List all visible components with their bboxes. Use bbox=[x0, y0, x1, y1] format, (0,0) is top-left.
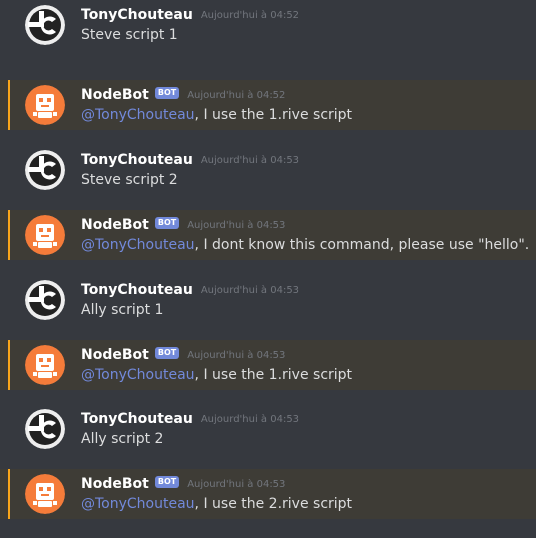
username[interactable]: TonyChouteau bbox=[81, 411, 193, 427]
bot-badge: BOT bbox=[154, 476, 180, 488]
timestamp: Aujourd'hui à 04:52 bbox=[187, 89, 286, 101]
avatar[interactable] bbox=[25, 474, 65, 514]
message-text: Steve script 1 bbox=[81, 27, 178, 43]
tonychouteau-logo-icon bbox=[25, 409, 65, 449]
avatar[interactable] bbox=[25, 215, 65, 255]
avatar[interactable] bbox=[25, 409, 65, 449]
timestamp: Aujourd'hui à 04:53 bbox=[200, 284, 300, 296]
message-header: NodeBot BOT Aujourd'hui à 04:53 bbox=[81, 474, 285, 494]
message-text: Steve script 2 bbox=[81, 172, 178, 188]
nodebot-robot-icon bbox=[25, 345, 65, 385]
user-mention[interactable]: @TonyChouteau bbox=[81, 367, 195, 383]
tonychouteau-logo-icon bbox=[25, 5, 65, 45]
message-item-mentioned: NodeBot BOT Aujourd'hui à 04:53 @TonyCho… bbox=[0, 469, 536, 519]
message-text: , I use the 1.rive script bbox=[194, 107, 353, 123]
username[interactable]: TonyChouteau bbox=[81, 282, 193, 298]
message-content: @TonyChouteau, I use the 1.rive script bbox=[81, 365, 352, 385]
message-item: TonyChouteau Aujourd'hui à 04:53 Ally sc… bbox=[0, 275, 536, 325]
bot-badge: BOT bbox=[154, 87, 180, 99]
message-item: TonyChouteau Aujourd'hui à 04:53 Ally sc… bbox=[0, 404, 536, 454]
username[interactable]: NodeBot bbox=[81, 476, 149, 492]
message-text: , I use the 1.rive script bbox=[194, 367, 353, 383]
message-content: @TonyChouteau, I dont know this command,… bbox=[81, 235, 529, 255]
timestamp: Aujourd'hui à 04:53 bbox=[187, 219, 286, 231]
avatar[interactable] bbox=[25, 85, 65, 125]
nodebot-robot-icon bbox=[25, 474, 65, 514]
message-text: , I dont know this command, please use "… bbox=[194, 237, 530, 253]
avatar[interactable] bbox=[25, 5, 65, 45]
message-text: , I use the 2.rive script bbox=[194, 496, 353, 512]
message-item-mentioned: NodeBot BOT Aujourd'hui à 04:53 @TonyCho… bbox=[0, 340, 536, 390]
timestamp: Aujourd'hui à 04:53 bbox=[187, 478, 286, 490]
message-content: Ally script 2 bbox=[81, 429, 163, 449]
message-header: TonyChouteau Aujourd'hui à 04:53 bbox=[81, 409, 299, 429]
message-item-mentioned: NodeBot BOT Aujourd'hui à 04:52 @TonyCho… bbox=[0, 80, 536, 130]
message-content: Steve script 2 bbox=[81, 170, 178, 190]
username[interactable]: TonyChouteau bbox=[81, 152, 193, 168]
username[interactable]: NodeBot bbox=[81, 347, 149, 363]
tonychouteau-logo-icon bbox=[25, 280, 65, 320]
username[interactable]: TonyChouteau bbox=[81, 7, 193, 23]
timestamp: Aujourd'hui à 04:53 bbox=[200, 154, 300, 166]
timestamp: Aujourd'hui à 04:53 bbox=[200, 413, 300, 425]
bot-badge: BOT bbox=[154, 347, 180, 359]
message-content: Steve script 1 bbox=[81, 25, 178, 45]
message-header: NodeBot BOT Aujourd'hui à 04:53 bbox=[81, 345, 285, 365]
message-item: TonyChouteau Aujourd'hui à 04:52 Steve s… bbox=[0, 0, 536, 50]
message-header: TonyChouteau Aujourd'hui à 04:53 bbox=[81, 150, 299, 170]
user-mention[interactable]: @TonyChouteau bbox=[81, 496, 195, 512]
bot-badge: BOT bbox=[154, 217, 180, 229]
message-content: @TonyChouteau, I use the 1.rive script bbox=[81, 105, 352, 125]
message-content: @TonyChouteau, I use the 2.rive script bbox=[81, 494, 352, 514]
message-item: TonyChouteau Aujourd'hui à 04:53 Steve s… bbox=[0, 145, 536, 195]
user-mention[interactable]: @TonyChouteau bbox=[81, 237, 195, 253]
nodebot-robot-icon bbox=[25, 85, 65, 125]
nodebot-robot-icon bbox=[25, 215, 65, 255]
message-header: NodeBot BOT Aujourd'hui à 04:52 bbox=[81, 85, 285, 105]
username[interactable]: NodeBot bbox=[81, 87, 149, 103]
message-header: NodeBot BOT Aujourd'hui à 04:53 bbox=[81, 215, 285, 235]
message-content: Ally script 1 bbox=[81, 300, 163, 320]
avatar[interactable] bbox=[25, 280, 65, 320]
avatar[interactable] bbox=[25, 150, 65, 190]
tonychouteau-logo-icon bbox=[25, 150, 65, 190]
message-item-mentioned: NodeBot BOT Aujourd'hui à 04:53 @TonyCho… bbox=[0, 210, 536, 260]
message-text: Ally script 1 bbox=[81, 302, 164, 318]
message-header: TonyChouteau Aujourd'hui à 04:52 bbox=[81, 5, 299, 25]
user-mention[interactable]: @TonyChouteau bbox=[81, 107, 195, 123]
message-text: Ally script 2 bbox=[81, 431, 164, 447]
chat-message-list: TonyChouteau Aujourd'hui à 04:52 Steve s… bbox=[0, 0, 536, 538]
timestamp: Aujourd'hui à 04:53 bbox=[187, 349, 286, 361]
timestamp: Aujourd'hui à 04:52 bbox=[200, 9, 300, 21]
message-header: TonyChouteau Aujourd'hui à 04:53 bbox=[81, 280, 299, 300]
username[interactable]: NodeBot bbox=[81, 217, 149, 233]
avatar[interactable] bbox=[25, 345, 65, 385]
